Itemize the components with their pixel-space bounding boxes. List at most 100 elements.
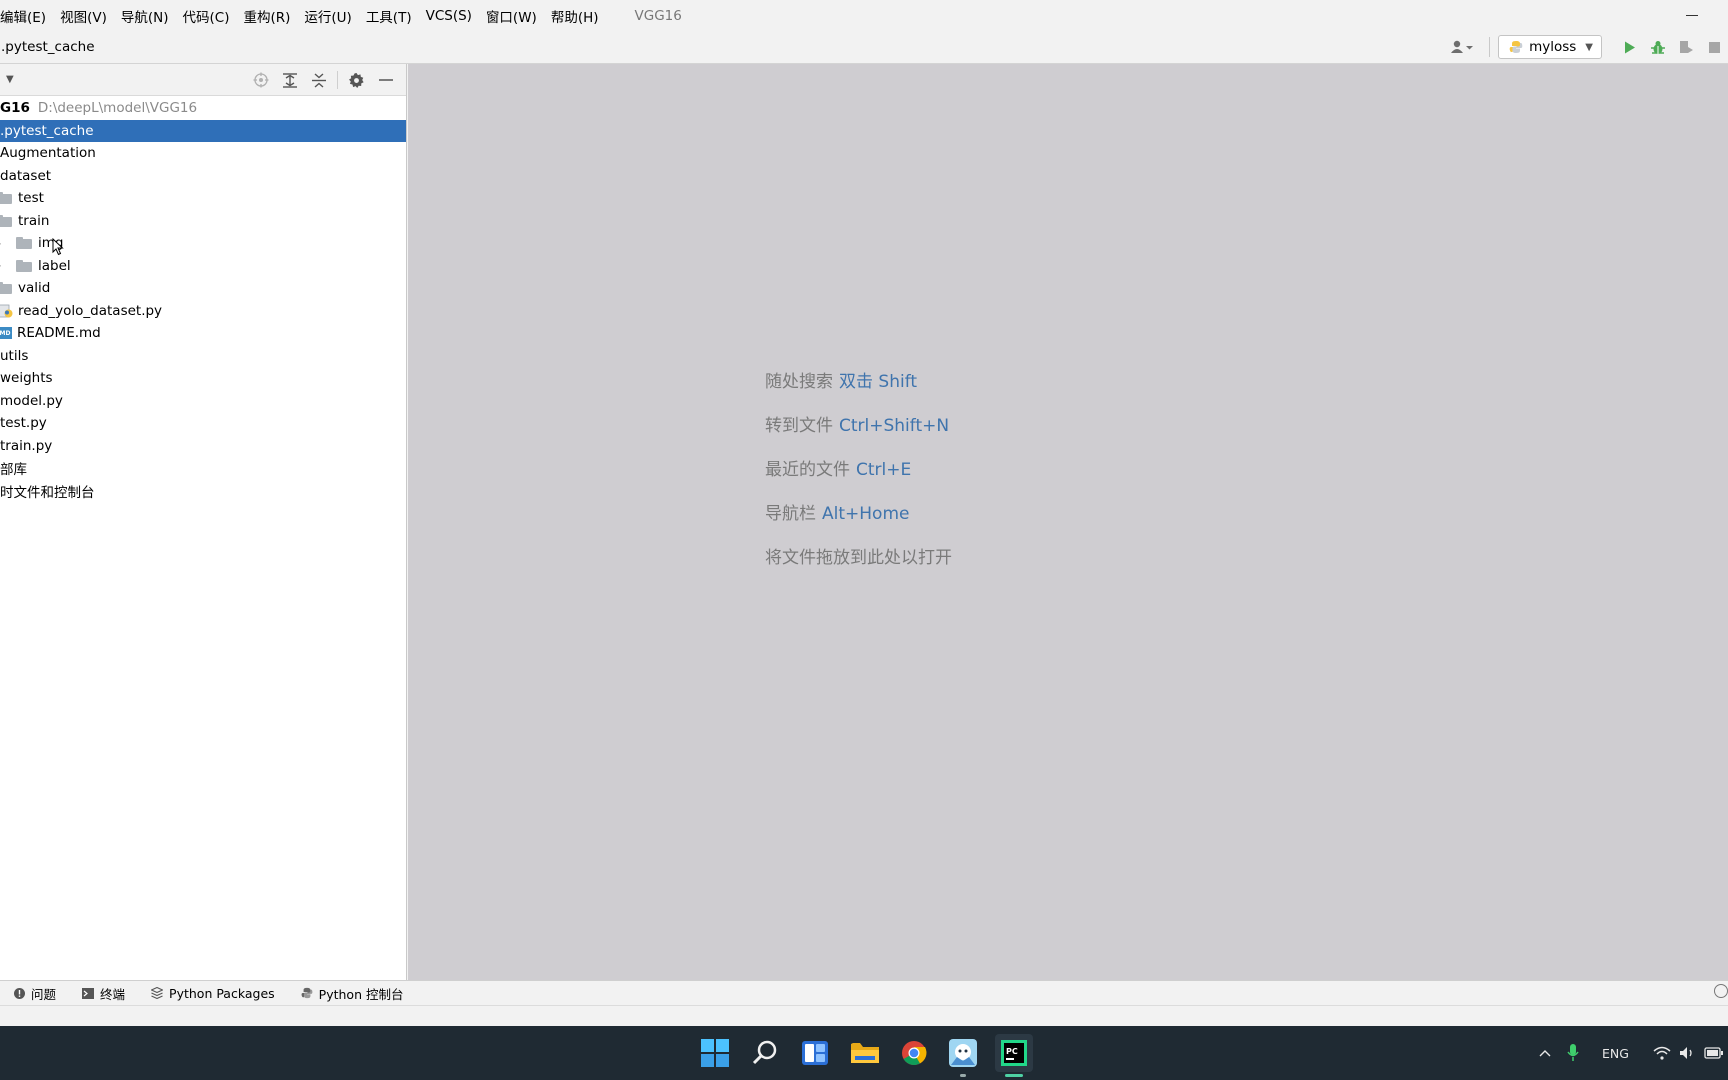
hint-text: 将文件拖放到此处以打开 [765,548,952,568]
chevron-right-icon[interactable]: › [0,237,9,250]
expand-all-icon[interactable] [275,68,304,92]
menu-bar: 编辑(E) 视图(V) 导航(N) 代码(C) 重构(R) 运行(U) 工具(T… [0,0,1728,31]
collapse-all-icon[interactable] [304,68,333,92]
problems-icon [14,987,25,999]
breadcrumb[interactable]: .pytest_cache [0,39,95,55]
folder-icon [16,237,32,250]
mouse-cursor-icon [52,238,64,256]
tree-item-label: README.md [17,325,101,342]
battery-icon[interactable] [1701,1047,1727,1059]
folder-icon [851,1043,879,1063]
app-button[interactable] [946,1036,980,1070]
folder-icon [0,192,12,205]
tree-item-valid-folder[interactable]: valid [0,277,406,300]
tree-item-model-py[interactable]: model.py [0,390,406,413]
tab-python-console[interactable]: Python 控制台 [301,984,403,1003]
tree-item-label: test [18,190,44,207]
chevron-down-icon[interactable]: ▼ [6,74,14,85]
minimize-button[interactable] [1686,6,1700,20]
app-icon [949,1039,977,1067]
project-tree: G16 D:\deepL\model\VGG16 .pytest_cache A… [0,97,406,502]
system-tray: ENG [1534,1026,1727,1080]
wifi-icon[interactable] [1649,1046,1675,1060]
tree-item-label: 时文件和控制台 [0,484,95,501]
tree-item-dataset[interactable]: dataset [0,165,406,188]
gear-icon[interactable] [342,68,371,92]
folder-icon [0,214,12,227]
toolbar-separator [1489,37,1491,57]
tree-item-test-py[interactable]: test.py [0,412,406,435]
tree-item-readme[interactable]: MD README.md [0,322,406,345]
tree-item-label: train.py [0,437,53,454]
tree-item-utils[interactable]: utils [0,345,406,368]
language-indicator[interactable]: ENG [1602,1046,1629,1061]
tree-item-label: weights [0,370,53,387]
tree-item-label: utils [0,347,29,364]
active-indicator [1005,1074,1023,1077]
hint-text: 最近的文件 [765,460,850,480]
coverage-icon[interactable] [1672,35,1700,59]
debug-icon[interactable] [1644,35,1672,59]
stop-icon[interactable] [1700,35,1728,59]
menu-navigate[interactable]: 导航(N) [121,6,177,26]
locate-icon[interactable] [246,68,275,92]
hint-text: 转到文件 [765,416,833,436]
navbar-toolbar: myloss ▼ [1445,31,1728,63]
start-button[interactable] [698,1036,732,1070]
tree-item-train-py[interactable]: train.py [0,435,406,458]
hint-shortcut: Ctrl+E [856,460,912,480]
chevron-down-icon: ▼ [1585,41,1593,53]
chevron-right-icon[interactable]: › [0,259,9,272]
chrome-button[interactable] [897,1036,931,1070]
running-indicator [960,1074,966,1077]
windows-taskbar: PC ENG [0,1026,1728,1080]
tree-item-test-folder[interactable]: test [0,187,406,210]
tree-item-augmentation[interactable]: Augmentation [0,142,406,165]
tree-item-weights[interactable]: weights [0,367,406,390]
hide-panel-icon[interactable] [371,68,400,92]
tree-item-pytest-cache[interactable]: .pytest_cache [0,119,406,142]
microphone-icon[interactable] [1556,1044,1590,1062]
volume-icon[interactable] [1675,1046,1701,1060]
hint-shortcut: 双击 Shift [839,372,918,392]
folder-icon [0,282,12,295]
packages-icon [151,987,164,999]
tree-item-train-folder[interactable]: train [0,210,406,233]
tree-item-scratches-consoles[interactable]: 时文件和控制台 [0,480,406,503]
menu-vcs[interactable]: VCS(S) [426,8,480,24]
chevron-up-icon[interactable] [1534,1049,1556,1057]
menu-refactor[interactable]: 重构(R) [243,6,298,26]
run-config-selector[interactable]: myloss ▼ [1498,35,1602,59]
menu-view[interactable]: 视图(V) [60,6,115,26]
terminal-icon [82,987,95,999]
tree-item-img-folder[interactable]: › img [0,232,406,256]
tree-root[interactable]: G16 D:\deepL\model\VGG16 [0,97,406,120]
tree-item-read-yolo-dataset[interactable]: read_yolo_dataset.py [0,300,406,323]
menu-tools[interactable]: 工具(T) [366,6,420,26]
tree-item-label-folder[interactable]: › label [0,255,406,278]
run-icon[interactable] [1616,35,1644,59]
hint-shortcut: Ctrl+Shift+N [839,416,950,436]
tab-terminal[interactable]: 终端 [82,984,125,1003]
hint-goto-file: 转到文件 Ctrl+Shift+N [765,411,952,455]
tree-item-external-libraries[interactable]: 部库 [0,457,406,480]
widgets-button[interactable] [798,1036,832,1070]
menu-code[interactable]: 代码(C) [183,6,238,26]
folder-icon [16,259,32,272]
event-log-icon[interactable] [1714,984,1728,998]
tree-item-label: valid [18,280,51,297]
menu-edit[interactable]: 编辑(E) [0,6,54,26]
pycharm-button[interactable]: PC [995,1034,1033,1072]
menu-run[interactable]: 运行(U) [304,6,359,26]
tab-label: 终端 [100,986,126,1002]
search-button[interactable] [748,1036,782,1070]
project-root-path: D:\deepL\model\VGG16 [37,100,198,117]
file-explorer-button[interactable] [848,1036,882,1070]
tree-item-label: dataset [0,167,52,184]
editor-area[interactable]: 随处搜索 双击 Shift 转到文件 Ctrl+Shift+N 最近的文件 Ctrl+… [408,64,1728,980]
tab-python-packages[interactable]: Python Packages [151,986,275,1001]
user-icon[interactable] [1445,36,1479,58]
menu-window[interactable]: 窗口(W) [486,6,545,26]
menu-help[interactable]: 帮助(H) [551,6,607,26]
tab-problems[interactable]: 问题 [14,984,56,1003]
